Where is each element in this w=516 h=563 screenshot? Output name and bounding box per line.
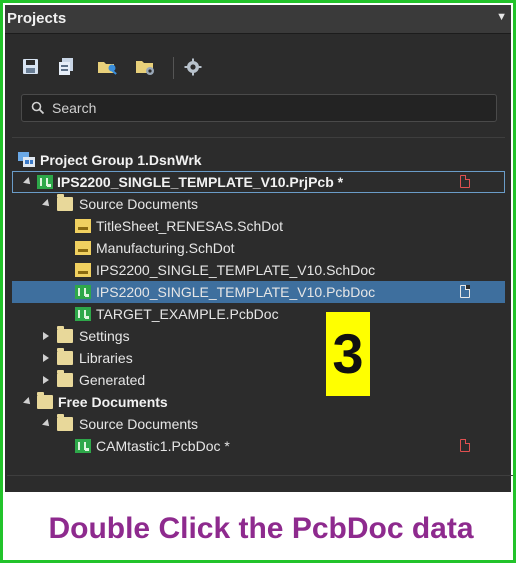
project-tree: Project Group 1.DsnWrk IPS2200_SINGLE_TE… bbox=[12, 137, 505, 476]
tree-item-file[interactable]: TARGET_EXAMPLE.PcbDoc bbox=[12, 303, 505, 325]
project-folder-icon[interactable] bbox=[135, 57, 155, 77]
panel-menu-dropdown-icon[interactable]: ▼ bbox=[496, 11, 507, 23]
modified-document-icon bbox=[460, 175, 470, 188]
expand-arrow-icon[interactable] bbox=[42, 419, 52, 429]
tree-item-file[interactable]: IPS2200_SINGLE_TEMPLATE_V10.SchDoc bbox=[12, 259, 505, 281]
tree-item-label: TARGET_EXAMPLE.PcbDoc bbox=[96, 306, 279, 322]
collapsed-arrow-icon[interactable] bbox=[43, 332, 49, 340]
open-project-icon[interactable] bbox=[97, 57, 117, 77]
tree-item-label: IPS2200_SINGLE_TEMPLATE_V10.SchDoc bbox=[96, 262, 376, 278]
folder-icon bbox=[57, 414, 73, 431]
tree-item-free-source-documents[interactable]: Source Documents bbox=[12, 413, 505, 435]
save-all-icon[interactable] bbox=[57, 57, 77, 77]
tree-item-label: Source Documents bbox=[79, 196, 199, 212]
schematic-template-icon bbox=[75, 219, 91, 233]
tree-item-label: Generated bbox=[79, 372, 146, 388]
pcb-document-icon bbox=[75, 439, 91, 453]
pcb-document-icon bbox=[75, 285, 91, 299]
tree-item-label: Settings bbox=[79, 328, 130, 344]
collapsed-arrow-icon[interactable] bbox=[43, 376, 49, 384]
folder-icon bbox=[57, 194, 73, 211]
expand-arrow-icon[interactable] bbox=[23, 397, 33, 407]
tree-item-project[interactable]: IPS2200_SINGLE_TEMPLATE_V10.PrjPcb * bbox=[12, 171, 505, 193]
tree-item-file-selected[interactable]: IPS2200_SINGLE_TEMPLATE_V10.PcbDoc bbox=[12, 281, 505, 303]
tree-item-free-documents[interactable]: Free Documents bbox=[12, 391, 505, 413]
tree-item-file[interactable]: TitleSheet_RENESAS.SchDot bbox=[12, 215, 505, 237]
panel-divider bbox=[7, 475, 513, 476]
tree-item-project-group[interactable]: Project Group 1.DsnWrk bbox=[12, 149, 505, 171]
panel-title: Projects bbox=[7, 10, 67, 27]
search-input[interactable] bbox=[52, 99, 482, 117]
expand-arrow-icon[interactable] bbox=[23, 177, 33, 187]
search-box[interactable] bbox=[21, 94, 497, 122]
screenshot-frame: Projects ▼ Search Project Group 1.DsnWrk… bbox=[0, 0, 516, 563]
workspace-icon bbox=[18, 152, 36, 168]
panel-toolbar bbox=[21, 57, 321, 81]
instruction-caption: Double Click the PcbDoc data bbox=[48, 512, 474, 545]
settings-gear-icon[interactable] bbox=[183, 57, 203, 77]
schematic-document-icon bbox=[75, 263, 91, 277]
tree-item-label: Manufacturing.SchDot bbox=[96, 240, 235, 256]
tree-item-file[interactable]: CAMtastic1.PcbDoc * bbox=[12, 435, 505, 457]
tree-item-label: CAMtastic1.PcbDoc * bbox=[96, 438, 230, 454]
panel-header: Projects ▼ bbox=[5, 5, 511, 34]
toolbar-separator bbox=[173, 57, 174, 79]
tree-item-label: TitleSheet_RENESAS.SchDot bbox=[96, 218, 284, 234]
folder-icon bbox=[57, 326, 73, 343]
tree-item-label: IPS2200_SINGLE_TEMPLATE_V10.PcbDoc bbox=[96, 284, 376, 300]
tree-item-file[interactable]: Manufacturing.SchDot bbox=[12, 237, 505, 259]
tree-item-libraries[interactable]: Libraries bbox=[12, 347, 505, 369]
tree-item-label: Project Group 1.DsnWrk bbox=[40, 152, 202, 168]
folder-icon bbox=[57, 348, 73, 365]
pcb-project-icon bbox=[37, 175, 53, 189]
save-icon[interactable] bbox=[21, 57, 41, 77]
schematic-template-icon bbox=[75, 241, 91, 255]
document-icon bbox=[460, 285, 470, 298]
modified-document-icon bbox=[460, 439, 470, 452]
folder-icon bbox=[57, 370, 73, 387]
tree-item-label: IPS2200_SINGLE_TEMPLATE_V10.PrjPcb * bbox=[57, 174, 344, 190]
folder-icon bbox=[37, 392, 53, 409]
projects-panel: Projects ▼ Search Project Group 1.DsnWrk… bbox=[5, 5, 513, 492]
tree-item-settings[interactable]: Settings bbox=[12, 325, 505, 347]
search-icon bbox=[31, 101, 45, 115]
tree-item-label: Source Documents bbox=[79, 416, 199, 432]
step-number-badge: 3 bbox=[326, 312, 370, 396]
tree-item-label: Libraries bbox=[79, 350, 133, 366]
tree-item-source-documents[interactable]: Source Documents bbox=[12, 193, 505, 215]
pcb-document-icon bbox=[75, 307, 91, 321]
expand-arrow-icon[interactable] bbox=[42, 199, 52, 209]
collapsed-arrow-icon[interactable] bbox=[43, 354, 49, 362]
tree-item-generated[interactable]: Generated bbox=[12, 369, 505, 391]
tree-item-label: Free Documents bbox=[58, 394, 168, 410]
